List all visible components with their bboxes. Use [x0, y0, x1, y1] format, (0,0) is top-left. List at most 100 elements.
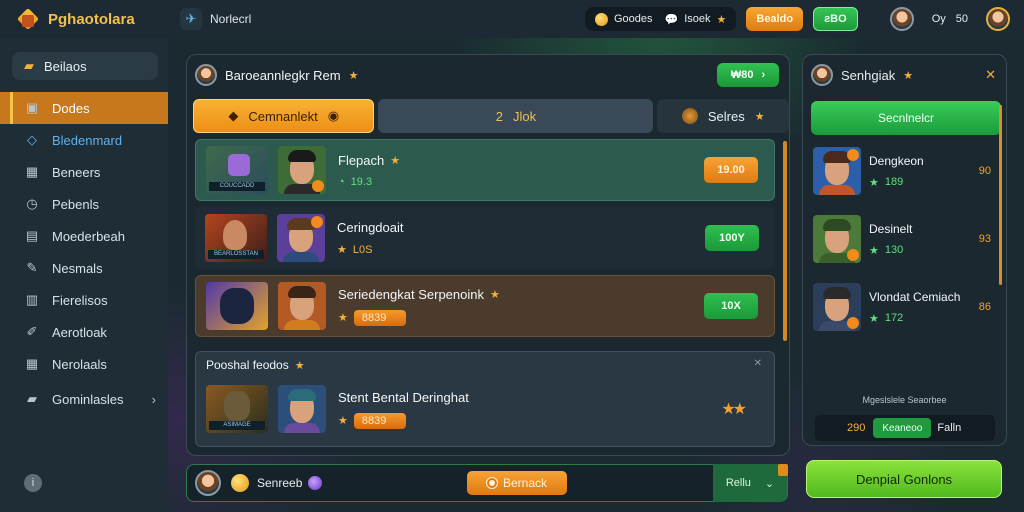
close-icon[interactable]: ✕ — [985, 67, 996, 83]
sidebar-item-aerotloak[interactable]: ✐ Aerotloak — [0, 316, 168, 348]
featured-section: Pooshal feodos ★ ✕ ASIMAGE Stent Bental … — [195, 351, 775, 447]
score-bar: 8839 — [353, 309, 406, 326]
star-icon: ★ — [716, 13, 727, 26]
sidebar-item-bledenmard[interactable]: ◇ Bledenmard — [0, 124, 168, 156]
star-icon: ★ — [490, 288, 500, 301]
counter-value: 50 — [955, 13, 968, 25]
sidebar-item-label: Fierelisos — [52, 292, 108, 308]
cube-logo-icon — [16, 7, 40, 31]
item-name: Vlondat Cemiach — [869, 289, 961, 304]
sidebar-item-beneers[interactable]: ▦ Beneers — [0, 156, 168, 188]
row-action-button[interactable]: 100Y — [705, 225, 759, 251]
star-icon: ★ — [869, 176, 879, 189]
sidebar-item-label: Bledenmard — [52, 132, 123, 148]
chart-icon: ▥ — [25, 292, 39, 307]
top-bar: Pghaotolara ✈ Norlecrl Goodes 💬 Isoek ★ … — [0, 0, 1024, 38]
sidebar-item-moederbeah[interactable]: ▤ Moederbeah — [0, 220, 168, 252]
sidebar-item-dodes[interactable]: ▣ Dodes — [0, 92, 168, 124]
main-header: Baroeannlegkr Rem ★ ₩80 › — [195, 63, 779, 87]
chat-icon: 💬 — [664, 13, 679, 26]
row-action-button[interactable]: 19.00 — [704, 157, 758, 183]
game-thumbnail: BEARLOSSTAN — [205, 214, 267, 262]
list-scrollbar[interactable] — [783, 141, 787, 341]
sidebar: ▰ Beilaos ▣ Dodes ◇ Bledenmard ▦ Beneers… — [0, 38, 168, 512]
character-portrait — [813, 215, 861, 263]
sidebar-item-gominlasles[interactable]: ▰ Gominlasles › — [0, 383, 168, 415]
bottom-action-button[interactable]: Bernack — [467, 471, 567, 495]
currency-pill[interactable]: Goodes 💬 Isoek ★ — [584, 7, 737, 31]
game-thumbnail — [206, 282, 268, 330]
sidebar-item-label: Aerotloak — [52, 324, 107, 340]
circle-icon — [486, 478, 497, 488]
info-icon[interactable]: i — [24, 474, 42, 492]
list-item[interactable]: Dengkeon ★ 189 90 — [813, 145, 999, 197]
tab-cemnanlekt[interactable]: ◆ Cemnanlekt ◉ — [193, 99, 375, 133]
pill-a-label: Goodes — [613, 13, 653, 25]
green-chip-button[interactable]: ƨBO — [813, 7, 858, 31]
profile-avatar[interactable] — [986, 7, 1010, 31]
thumbnail-caption: COUCCADD — [209, 182, 265, 191]
item-value: 90 — [978, 165, 991, 177]
panel-footer: 290 Keaneoo Falln — [815, 415, 995, 441]
tab-jlok[interactable]: 2 Jlok — [378, 99, 654, 133]
sidebar-item-nesmals[interactable]: ✎ Nesmals — [0, 252, 168, 284]
right-scrollbar[interactable] — [999, 105, 1002, 285]
table-icon: ▦ — [25, 356, 39, 371]
coin-icon — [594, 12, 608, 26]
grid-icon: ▦ — [25, 164, 39, 179]
gem-icon — [308, 476, 323, 490]
close-icon[interactable]: ✕ — [754, 358, 762, 369]
character-portrait — [813, 147, 861, 195]
star-icon: ★ — [903, 69, 914, 82]
star-icon: ★ — [338, 312, 348, 324]
brand[interactable]: Pghaotolara — [0, 7, 172, 31]
sidebar-item-pebenls[interactable]: ◷ Pebenls — [0, 188, 168, 220]
star-icon: ★ — [294, 359, 305, 372]
tab-label: Selres — [707, 108, 745, 124]
item-name: Desinelt — [869, 221, 913, 236]
bottom-label: Senreeb — [257, 476, 303, 490]
select-value: Rellu — [725, 477, 751, 489]
orange-chip-button[interactable]: Bealdo — [746, 7, 804, 31]
list-item[interactable]: BEARLOSSTAN Ceringdoait ★ L0S 100Y — [195, 207, 775, 269]
link-icon: ✈ — [180, 8, 202, 30]
pencil-icon: ✎ — [26, 260, 38, 275]
header-action-button[interactable]: ₩80 › — [717, 63, 779, 87]
sidebar-item-fierelisos[interactable]: ▥ Fierelisos — [0, 284, 168, 316]
window-icon: ▤ — [25, 228, 39, 243]
list-item[interactable]: Vlondat Cemiach ★ 172 86 — [813, 281, 999, 333]
main-panel: Baroeannlegkr Rem ★ ₩80 › ◆ Cemnanlekt ◉… — [186, 54, 790, 456]
tab-label: Jlok — [512, 108, 537, 124]
sidebar-item-label: Gominlasles — [52, 391, 124, 407]
list-item[interactable]: COUCCADD Flepach ★ ◔ 19.3 19.00 — [195, 139, 775, 201]
footer-button[interactable]: Keaneoo — [873, 418, 932, 438]
right-panel-button[interactable]: Secnlnelcr — [811, 101, 1001, 135]
header-action-label: ₩80 — [730, 69, 754, 81]
list-item[interactable]: Seriedengkat Serpenoink ★ ★ 8839 10X — [195, 275, 775, 337]
star-icon: ★ — [338, 415, 348, 427]
bottom-select[interactable]: Rellu ⌄ — [713, 464, 787, 502]
sidebar-header[interactable]: ▰ Beilaos — [12, 52, 158, 80]
player-avatar[interactable] — [195, 470, 221, 496]
chevron-right-icon: › — [761, 69, 766, 81]
stars-icon: ★★ — [721, 401, 747, 418]
sidebar-header-label: Beilaos — [44, 58, 87, 74]
pill-b-label: Isoek — [684, 13, 711, 25]
scroll-handle[interactable] — [778, 464, 788, 476]
item-sub: 130 — [884, 244, 904, 256]
panel-avatar — [811, 64, 833, 86]
list-item[interactable]: ASIMAGE Stent Bental Deringhat ★ 8839 ★★ — [196, 378, 774, 440]
user-avatar[interactable] — [889, 7, 914, 31]
item-name: Dengkeon — [869, 153, 924, 168]
main-title: Baroeannlegkr Rem — [225, 67, 341, 83]
panel-caption: Mgeslslele Seaorbee — [862, 395, 947, 405]
sidebar-item-nerolaals[interactable]: ▦ Nerolaals — [0, 348, 168, 380]
item-sub: 172 — [884, 312, 904, 324]
deploy-button[interactable]: Denpial Gonlons — [806, 460, 1002, 498]
tab-selres[interactable]: Selres ★ — [657, 99, 789, 133]
edit-icon: ✐ — [26, 324, 38, 339]
row-action-button[interactable]: 10X — [704, 293, 758, 319]
list-item[interactable]: Desinelt ★ 130 93 — [813, 213, 999, 265]
nav-tab-main[interactable]: ✈ Norlecrl — [180, 8, 251, 30]
diamond-icon: ◇ — [27, 132, 37, 147]
